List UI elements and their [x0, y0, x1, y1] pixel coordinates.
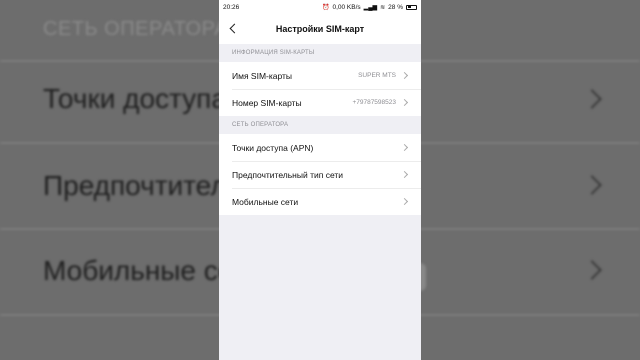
- bg-chevron-icon: [582, 89, 602, 109]
- title-bar: Настройки SIM-карт: [219, 14, 421, 44]
- signal-icon: ▂▄▆: [363, 4, 378, 11]
- row-label: Предпочтительный тип сети: [232, 169, 344, 180]
- bg-divider: [0, 142, 219, 144]
- row-label: Мобильные сети: [232, 196, 299, 207]
- status-icons: ⏰ 0,00 KB/s ▂▄▆ ≋ 28 %: [322, 4, 417, 11]
- bg-chevron-icon: [582, 260, 602, 280]
- status-time: 20:26: [223, 3, 240, 11]
- background-left: СЕТЬ ОПЕРАТОРА Точки доступа (APN) Предп…: [0, 0, 219, 360]
- row-label: Имя SIM-карты: [232, 70, 293, 81]
- row-preferred-network-type[interactable]: Предпочтительный тип сети: [219, 161, 421, 188]
- row-value: +79787598523: [352, 99, 396, 106]
- sim-info-group: Имя SIM-карты SUPER MTS Номер SIM-карты …: [219, 62, 421, 116]
- bg-chevron-icon: [582, 175, 602, 195]
- bg-divider: [0, 60, 219, 62]
- bg-row-network-type: Предпочтительный тип сети: [43, 170, 219, 201]
- bg-divider: [421, 228, 640, 230]
- battery-percent: 28 %: [388, 3, 403, 11]
- bg-row-mobile-networks: Мобильные сети: [43, 255, 219, 286]
- row-value: SUPER MTS: [358, 72, 396, 79]
- page-title: Настройки SIM-карт: [275, 24, 365, 34]
- bg-divider: [0, 228, 219, 230]
- bg-row-apn: Точки доступа (APN): [43, 83, 219, 114]
- chevron-right-icon: [400, 197, 409, 206]
- row-sim-name[interactable]: Имя SIM-карты SUPER MTS: [219, 62, 421, 89]
- chevron-right-icon: [400, 170, 409, 179]
- battery-icon: [406, 4, 417, 10]
- status-bar: 20:26 ⏰ 0,00 KB/s ▂▄▆ ≋ 28 %: [219, 0, 421, 14]
- wifi-icon: ≋: [380, 4, 386, 11]
- bg-divider: [0, 314, 219, 316]
- row-label: Номер SIM-карты: [232, 97, 302, 108]
- bg-section-header: СЕТЬ ОПЕРАТОРА: [43, 18, 219, 40]
- section-header-operator-network: СЕТЬ ОПЕРАТОРА: [232, 122, 289, 128]
- bg-scroll-handle: [421, 263, 426, 291]
- bg-divider: [421, 60, 640, 62]
- bg-divider: [421, 142, 640, 144]
- alarm-icon: ⏰: [321, 4, 330, 11]
- row-sim-number[interactable]: Номер SIM-карты +79787598523: [219, 89, 421, 116]
- row-mobile-networks[interactable]: Мобильные сети: [219, 188, 421, 215]
- background-right: [421, 0, 640, 360]
- phone-screen: 20:26 ⏰ 0,00 KB/s ▂▄▆ ≋ 28 % Настройки S…: [219, 0, 421, 360]
- back-arrow-icon[interactable]: [228, 23, 240, 35]
- section-header-sim-info: ИНФОРМАЦИЯ SIM-КАРТЫ: [232, 50, 315, 56]
- chevron-right-icon: [400, 98, 409, 107]
- net-speed: 0,00 KB/s: [332, 3, 361, 11]
- chevron-right-icon: [400, 143, 409, 152]
- chevron-right-icon: [400, 71, 409, 80]
- operator-network-group: Точки доступа (APN) Предпочтительный тип…: [219, 134, 421, 215]
- bg-divider: [421, 314, 640, 316]
- row-apn[interactable]: Точки доступа (APN): [219, 134, 421, 161]
- row-label: Точки доступа (APN): [232, 142, 314, 153]
